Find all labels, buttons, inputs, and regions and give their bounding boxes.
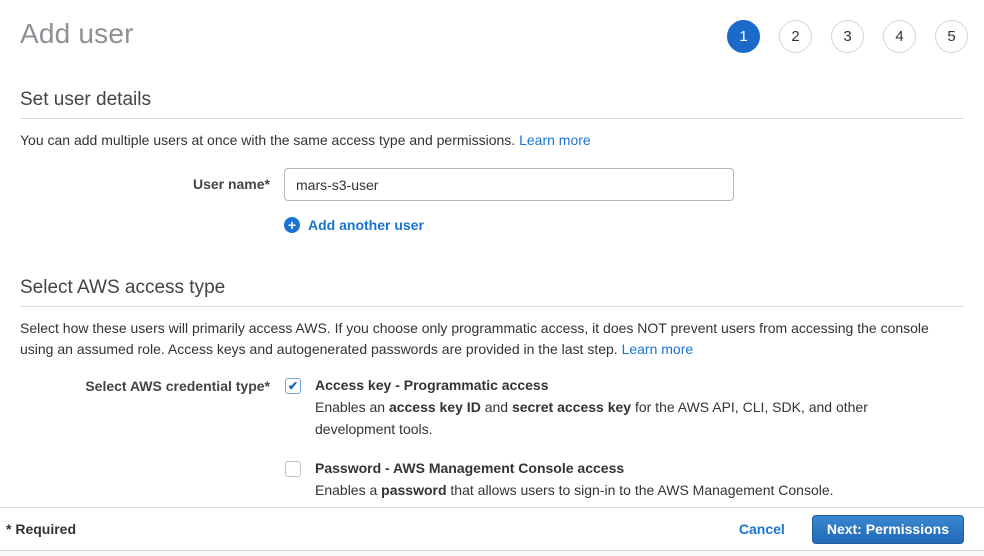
desc-text: and: [481, 399, 512, 415]
user-details-intro-text: You can add multiple users at once with …: [20, 132, 519, 148]
desc-bold-text: access key ID: [389, 399, 481, 415]
password-option-title: Password - AWS Management Console access: [315, 460, 834, 476]
wizard-header: Add user 1 2 3 4 5: [20, 18, 964, 53]
credential-type-row: Select AWS credential type* ✔ Access key…: [20, 377, 964, 502]
username-row: User name*: [20, 168, 964, 201]
step-1-indicator: 1: [727, 20, 760, 53]
desc-text: that allows users to sign-in to the AWS …: [447, 482, 834, 498]
section-heading-user-details: Set user details: [20, 89, 964, 111]
learn-more-link-user-details[interactable]: Learn more: [519, 132, 591, 148]
step-2-indicator: 2: [779, 20, 812, 53]
desc-text: Enables a: [315, 482, 381, 498]
plus-circle-icon: +: [284, 217, 300, 233]
next-permissions-button[interactable]: Next: Permissions: [812, 515, 964, 544]
access-key-checkbox[interactable]: ✔: [285, 378, 301, 394]
required-note: * Required: [6, 521, 76, 537]
password-option: Password - AWS Management Console access…: [285, 460, 870, 502]
password-option-content: Password - AWS Management Console access…: [315, 460, 834, 502]
desc-bold-text: password: [381, 482, 446, 498]
wizard-step-indicator: 1 2 3 4 5: [727, 20, 968, 53]
step-4-indicator: 4: [883, 20, 916, 53]
step-5-indicator: 5: [935, 20, 968, 53]
step-3-indicator: 3: [831, 20, 864, 53]
add-user-wizard-page: Add user 1 2 3 4 5 Set user details You …: [0, 0, 984, 507]
credential-options: ✔ Access key - Programmatic access Enabl…: [285, 377, 870, 502]
access-key-option: ✔ Access key - Programmatic access Enabl…: [285, 377, 870, 440]
password-option-description: Enables a password that allows users to …: [315, 480, 834, 502]
credential-type-label: Select AWS credential type*: [20, 377, 270, 502]
access-key-option-content: Access key - Programmatic access Enables…: [315, 377, 870, 440]
learn-more-link-access-type[interactable]: Learn more: [622, 341, 694, 357]
section-heading-access-type: Select AWS access type: [20, 277, 964, 299]
access-type-intro-text: Select how these users will primarily ac…: [20, 320, 929, 357]
desc-bold-text: secret access key: [512, 399, 631, 415]
wizard-footer: * Required Cancel Next: Permissions: [0, 507, 984, 550]
cancel-button[interactable]: Cancel: [739, 521, 785, 537]
page-title: Add user: [20, 18, 134, 50]
desc-text: Enables an: [315, 399, 389, 415]
section-divider: [20, 118, 964, 119]
access-key-option-description: Enables an access key ID and secret acce…: [315, 397, 870, 440]
access-key-option-title: Access key - Programmatic access: [315, 377, 870, 393]
add-another-user-label: Add another user: [308, 217, 424, 233]
password-checkbox[interactable]: [285, 461, 301, 477]
section-divider: [20, 306, 964, 307]
user-details-intro: You can add multiple users at once with …: [20, 130, 964, 151]
add-another-user-button[interactable]: + Add another user: [284, 217, 964, 233]
access-type-intro: Select how these users will primarily ac…: [20, 318, 964, 360]
page-bottom-edge: [0, 550, 984, 556]
username-label: User name*: [20, 168, 270, 201]
username-input[interactable]: [284, 168, 734, 201]
